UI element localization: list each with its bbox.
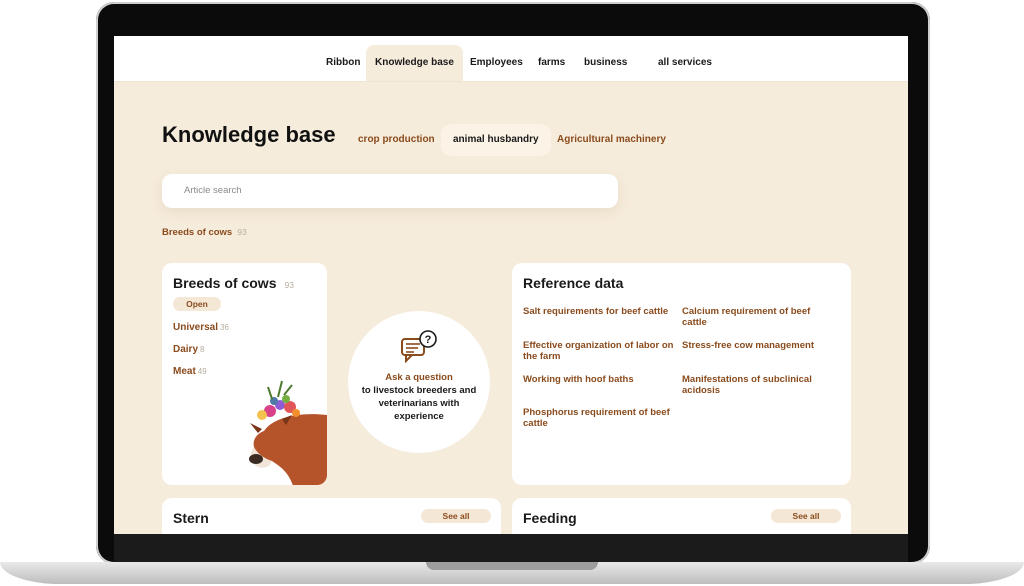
breed-meat[interactable]: Meat 49 xyxy=(173,366,207,377)
breed-count: 8 xyxy=(200,345,205,354)
breed-count: 49 xyxy=(197,367,207,376)
see-all-button[interactable]: See all xyxy=(771,509,841,523)
svg-text:?: ? xyxy=(425,334,432,346)
ask-question-subtitle: to livestock breeders and veterinarians … xyxy=(361,385,477,422)
page-title: Knowledge base xyxy=(162,122,336,147)
breed-label: Meat xyxy=(173,366,196,377)
breed-label: Universal xyxy=(173,322,219,333)
breadcrumb-count: 93 xyxy=(237,227,247,237)
reference-link[interactable]: Working with hoof baths xyxy=(523,374,675,385)
laptop-notch xyxy=(426,562,598,570)
reference-link[interactable]: Effective organization of labor on the f… xyxy=(523,340,675,362)
ask-question-label: Ask a question xyxy=(385,372,453,383)
reference-link[interactable]: Salt requirements for beef cattle xyxy=(523,306,675,317)
search-input[interactable]: Article search xyxy=(162,174,618,208)
chat-question-icon: ? xyxy=(401,330,437,363)
reference-link[interactable]: Phosphorus requirement of beef cattle xyxy=(523,407,675,429)
breed-count: 36 xyxy=(220,323,229,332)
section-title: Stern xyxy=(173,510,209,526)
nav-all-services[interactable]: all services xyxy=(649,48,721,78)
section-card-feeding: Feeding See all xyxy=(512,498,851,534)
reference-link[interactable]: Stress-free cow management xyxy=(682,340,834,351)
breed-universal[interactable]: Universal 36 xyxy=(173,322,229,333)
breadcrumb[interactable]: Breeds of cows 93 xyxy=(162,227,247,238)
open-button[interactable]: Open xyxy=(173,297,221,311)
reference-data-card: Reference data Salt requirements for bee… xyxy=(512,263,851,485)
breeds-card: Breeds of cows 93 Open Universal 36 Dairy 8… xyxy=(162,263,327,485)
search-placeholder: Article search xyxy=(184,185,242,196)
ask-question-text: Ask a question to livestock breeders and… xyxy=(360,371,478,423)
nav-knowledge-base[interactable]: Knowledge base xyxy=(366,45,463,81)
nav-employees[interactable]: Employees xyxy=(461,48,532,78)
screen-bezel-bottom xyxy=(114,534,908,562)
cow-illustration xyxy=(249,380,327,485)
app-screen: Ribbon Knowledge base Employees farms bu… xyxy=(114,36,908,534)
section-title: Feeding xyxy=(523,510,577,526)
nav-farms[interactable]: farms xyxy=(529,48,574,78)
reference-link[interactable]: Manifestations of subclinical acidosis xyxy=(682,374,834,396)
breeds-title-text: Breeds of cows xyxy=(173,275,277,291)
reference-title: Reference data xyxy=(523,275,624,291)
nav-ribbon[interactable]: Ribbon xyxy=(317,48,369,78)
breadcrumb-label: Breeds of cows xyxy=(162,227,233,238)
tab-crop-production[interactable]: crop production xyxy=(346,124,447,156)
breeds-count: 93 xyxy=(284,280,294,290)
top-navigation: Ribbon Knowledge base Employees farms bu… xyxy=(114,36,908,82)
tab-agricultural-machinery[interactable]: Agricultural machinery xyxy=(545,124,678,156)
tab-animal-husbandry[interactable]: animal husbandry xyxy=(441,124,551,156)
reference-link[interactable]: Calcium requirement of beef cattle xyxy=(682,306,834,328)
section-card-stern: Stern See all xyxy=(162,498,501,534)
nav-business[interactable]: business xyxy=(575,48,636,78)
breed-label: Dairy xyxy=(173,344,199,355)
breeds-card-title: Breeds of cows 93 xyxy=(173,275,294,291)
ask-question-widget[interactable]: ? Ask a question to livestock breeders a… xyxy=(348,311,490,453)
breed-dairy[interactable]: Dairy 8 xyxy=(173,344,204,355)
see-all-button[interactable]: See all xyxy=(421,509,491,523)
